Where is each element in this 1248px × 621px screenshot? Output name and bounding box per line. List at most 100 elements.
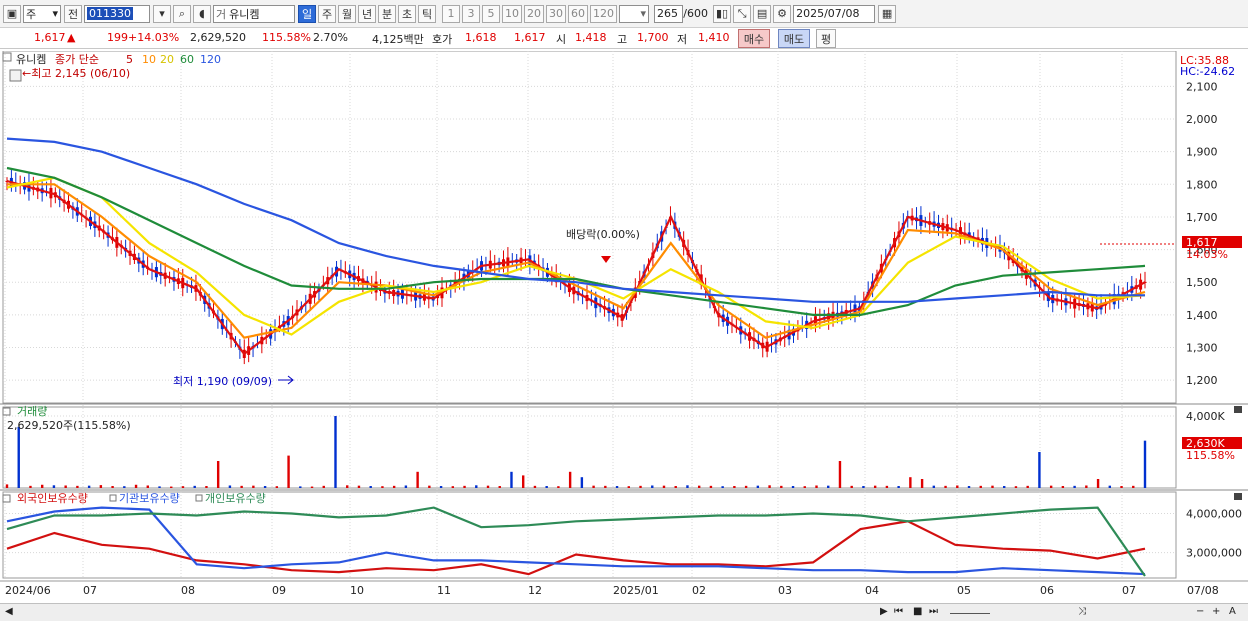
chart-scrollbar[interactable]: ◀ ▶ ⏮ ■ ⏭ ⤨ − + A (0, 603, 1248, 621)
volume-bar (1096, 479, 1100, 488)
up-arrow-icon: ▲ (67, 31, 76, 44)
scroll-left-icon[interactable]: ◀ (5, 606, 13, 619)
period-tab-5[interactable]: 초 (398, 4, 416, 23)
holding-tick-label: 4,000,000 (1186, 508, 1242, 521)
interval-button-120[interactable]: 120 (590, 4, 617, 23)
low-price: 1,410 (698, 31, 730, 44)
panel-title: 유니켐 (16, 53, 46, 66)
calculator-icon[interactable] (9, 69, 22, 82)
volume-bar (146, 485, 149, 488)
auto-scale-icon[interactable]: A (1229, 606, 1236, 619)
code-dropdown-icon[interactable]: ▾ (153, 4, 171, 23)
volume-title: 거래량 (17, 405, 47, 418)
volume-bar (604, 485, 607, 488)
period-tab-0[interactable]: 일 (298, 4, 316, 23)
interval-input[interactable]: ▾ (619, 4, 649, 23)
first-page-icon[interactable]: ⏮ (894, 606, 903, 619)
save-icon[interactable]: ▤ (753, 4, 772, 23)
stock-code-input[interactable]: 011330 (84, 4, 150, 23)
volume-bar (791, 486, 795, 488)
period-tab-3[interactable]: 년 (358, 4, 376, 23)
gear-icon[interactable]: ⚙ (773, 4, 792, 23)
date-input[interactable]: 2025/07/08 (793, 4, 876, 23)
date-value: 2025/07/08 (796, 7, 860, 20)
volume-bar (87, 485, 91, 488)
draw-tool-icon[interactable]: ⤡ (733, 4, 752, 23)
legend-foreign: 외국인보유수량 (17, 492, 88, 505)
volume-bar (1143, 440, 1147, 488)
ask-label: 호가 (432, 33, 453, 46)
buy-button[interactable]: 매수 (738, 29, 770, 48)
interval-button-20[interactable]: 20 (524, 4, 544, 23)
hc-label: HC:-24.62 (1180, 65, 1235, 78)
price-tick-label: 1,200 (1186, 374, 1218, 387)
volume-bar (545, 486, 548, 488)
volume-current: 2,629,520주(115.58%) (7, 419, 131, 432)
interval-button-5[interactable]: 5 (482, 4, 500, 23)
x-tick-label: 2024/06 (5, 584, 51, 597)
volume-bar (979, 485, 982, 488)
volume-bar (580, 477, 584, 488)
volume-panel-close-icon[interactable] (1234, 406, 1242, 413)
volume-value: 2,629,520 (190, 31, 246, 44)
ask-price: 1,618 (465, 31, 497, 44)
volume-bar (815, 485, 818, 488)
volume-bar (310, 486, 314, 488)
toolbar: ▣ 주 ▾ 전 011330 ▾ ⌕ ◖ 거 유니켐 일주월년분초틱 1 3 5 10 20… (0, 0, 1248, 28)
period-tab-4[interactable]: 분 (378, 4, 396, 23)
interval-button-30[interactable]: 30 (546, 4, 566, 23)
zoom-slider[interactable] (950, 606, 990, 614)
volume-bar (627, 486, 630, 488)
last-page-icon[interactable]: ⏭ (929, 606, 938, 619)
stock-name-field[interactable]: 거 유니켐 (213, 4, 295, 23)
volume-bar (216, 461, 220, 488)
scroll-right-icon[interactable]: ▶ (880, 606, 888, 619)
volume-bar (991, 485, 994, 488)
stop-icon[interactable]: ■ (913, 606, 922, 619)
volume-bar (17, 426, 20, 488)
volume-bar (369, 486, 372, 488)
volume-ratio: 115.58% (262, 31, 311, 44)
period-tabs: 일주월년분초틱 (298, 4, 438, 23)
speaker-icon[interactable]: ◖ (193, 4, 211, 23)
period-tab-2[interactable]: 월 (338, 4, 356, 23)
count-total: /600 (683, 7, 708, 20)
volume-bar (240, 485, 243, 488)
interval-button-3[interactable]: 3 (462, 4, 480, 23)
period-tab-1[interactable]: 주 (318, 4, 336, 23)
type-select[interactable]: 주 ▾ (23, 4, 61, 23)
minus-icon[interactable]: − (1196, 606, 1204, 619)
volume-bar (510, 471, 513, 488)
volume-bar (967, 486, 971, 488)
search-icon[interactable]: ⌕ (173, 4, 191, 23)
volume-bar (416, 471, 419, 488)
calendar-icon[interactable]: ▦ (878, 4, 897, 23)
volume-bar (944, 485, 947, 488)
interval-button-60[interactable]: 60 (568, 4, 588, 23)
prev-button[interactable]: 전 (64, 4, 82, 23)
holdings-panel-close-icon[interactable] (1234, 493, 1242, 500)
volume-bar (228, 485, 232, 488)
price-tick-label: 1,900 (1186, 146, 1218, 159)
x-tick-label: 06 (1040, 584, 1054, 597)
x-tick-label: 09 (272, 584, 286, 597)
period-tab-6[interactable]: 틱 (418, 4, 436, 23)
volume-bar (557, 486, 560, 488)
count-input[interactable]: 265 (654, 4, 684, 23)
plus-icon[interactable]: + (1212, 606, 1220, 619)
volume-bar (697, 485, 701, 488)
stock-chart[interactable]: 2024/06 07 08 09 10 11 12 2025/01 02 03 04 05 06 07 07… (0, 51, 1248, 603)
candle-type-icon[interactable]: ▮▯ (713, 4, 732, 23)
sell-button[interactable]: 매도 (778, 29, 810, 48)
volume-bar (428, 485, 431, 488)
interval-button-10[interactable]: 10 (502, 4, 522, 23)
interval-button-1[interactable]: 1 (442, 4, 460, 23)
chart-tool-icon[interactable]: ⤨ (1078, 606, 1086, 619)
evaluate-button[interactable]: 평 (816, 29, 836, 48)
window-menu-icon[interactable]: ▣ (3, 4, 21, 23)
volume-bar (956, 485, 959, 488)
trade-amount: 4,125백만 (372, 33, 424, 46)
volume-bar (862, 486, 865, 488)
volume-bar (322, 485, 325, 488)
holding-tick-label: 3,000,000 (1186, 547, 1242, 560)
